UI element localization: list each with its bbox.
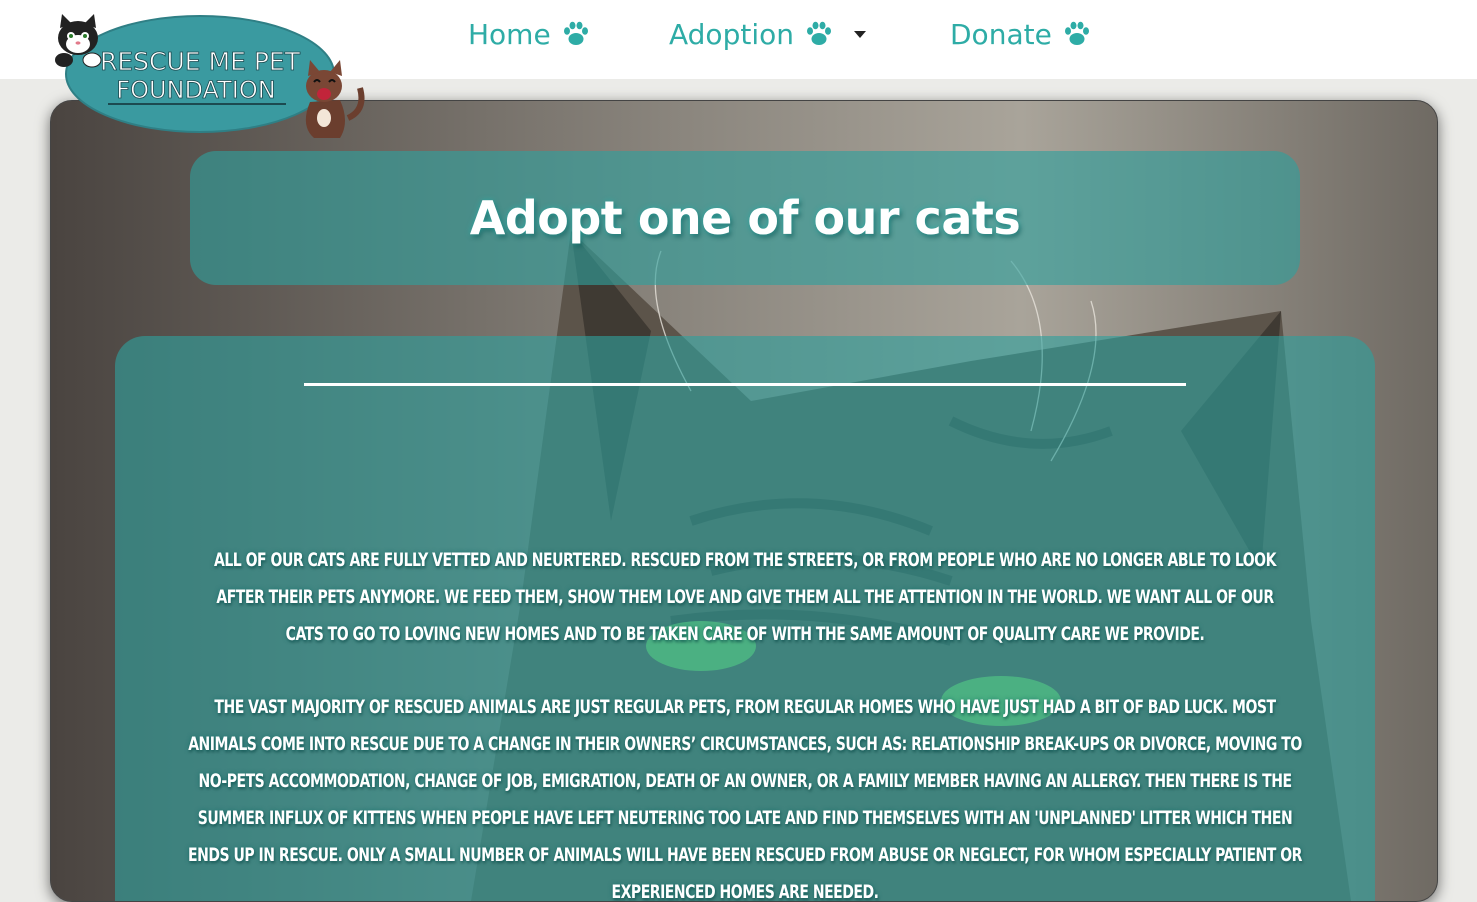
- nav-adoption[interactable]: Adoption: [669, 14, 866, 54]
- description-box: All of our cats are fully vetted and neu…: [115, 336, 1375, 902]
- caret-down-icon[interactable]: [853, 30, 866, 38]
- paw-icon: [563, 21, 588, 45]
- nav-home[interactable]: Home: [468, 14, 591, 54]
- site-logo[interactable]: RESCUE ME PET FOUNDATION: [48, 14, 368, 142]
- nav-home-label: Home: [468, 17, 551, 51]
- logo-line2: FOUNDATION: [116, 76, 275, 104]
- title-banner: Adopt one of our cats: [190, 151, 1300, 285]
- rescue-info-paragraph: The vast majority of rescued animals are…: [188, 696, 1302, 902]
- logo-graphic: RESCUE ME PET FOUNDATION: [55, 14, 365, 138]
- nav-donate[interactable]: Donate: [950, 14, 1092, 54]
- paw-icon: [806, 21, 831, 45]
- cat-icon: [305, 60, 365, 138]
- logo-line1: RESCUE ME PET: [100, 47, 301, 76]
- hero-panel: Adopt one of our cats All of our cats ar…: [50, 100, 1438, 902]
- intro-paragraph: All of our cats are fully vetted and neu…: [214, 549, 1276, 645]
- page-title: Adopt one of our cats: [469, 191, 1021, 245]
- divider: [304, 383, 1186, 386]
- nav-donate-label: Donate: [950, 17, 1052, 51]
- paw-icon: [1064, 21, 1089, 45]
- nav-adoption-label: Adoption: [669, 17, 794, 51]
